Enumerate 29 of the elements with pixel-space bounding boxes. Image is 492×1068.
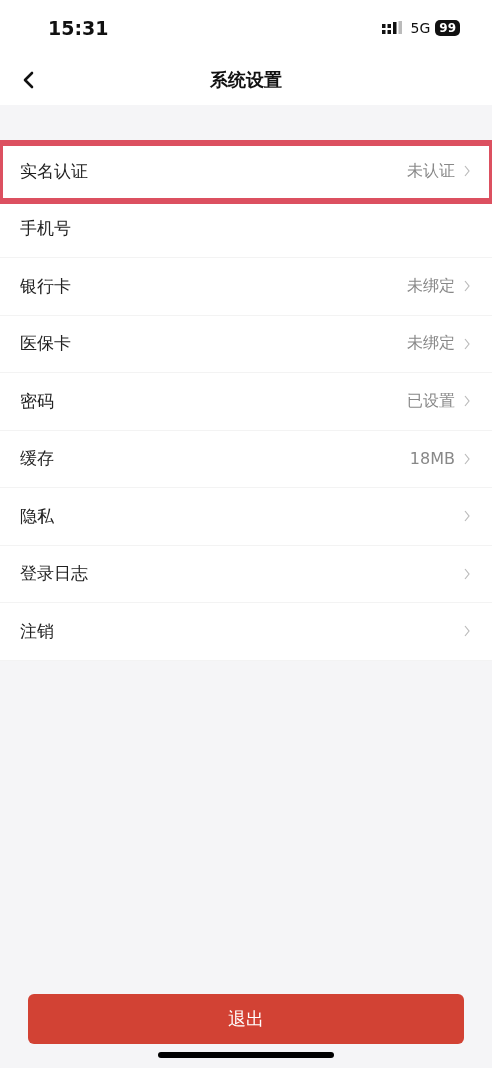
settings-row[interactable]: 缓存 18MB bbox=[0, 430, 492, 488]
back-icon[interactable] bbox=[22, 71, 34, 89]
row-label: 密码 bbox=[20, 389, 54, 413]
row-label: 登录日志 bbox=[20, 562, 88, 586]
row-label: 手机号 bbox=[20, 217, 71, 241]
settings-row[interactable]: 手机号 bbox=[0, 200, 492, 258]
settings-row[interactable]: 隐私 bbox=[0, 488, 492, 546]
battery-level: 99 bbox=[435, 19, 460, 36]
settings-row[interactable]: 密码 已设置 bbox=[0, 373, 492, 431]
network-label: 5G bbox=[410, 19, 431, 36]
row-label: 医保卡 bbox=[20, 332, 71, 356]
row-label: 隐私 bbox=[20, 504, 54, 528]
row-value: 未认证 bbox=[407, 160, 455, 182]
row-label: 实名认证 bbox=[20, 159, 88, 183]
settings-row[interactable]: 银行卡 未绑定 bbox=[0, 258, 492, 316]
settings-row[interactable]: 登录日志 bbox=[0, 545, 492, 603]
settings-row[interactable]: 注销 bbox=[0, 603, 492, 661]
logout-button[interactable]: 退出 bbox=[28, 994, 464, 1044]
row-value: 未绑定 bbox=[407, 333, 455, 355]
settings-row[interactable]: 医保卡 未绑定 bbox=[0, 315, 492, 373]
row-value: 已设置 bbox=[407, 390, 455, 412]
status-time: 15:31 bbox=[48, 16, 109, 39]
row-value: 未绑定 bbox=[407, 275, 455, 297]
row-label: 缓存 bbox=[20, 447, 54, 471]
row-label: 银行卡 bbox=[20, 274, 71, 298]
row-value: 18MB bbox=[409, 449, 455, 469]
page-title: 系统设置 bbox=[210, 68, 282, 92]
settings-row[interactable]: 实名认证 未认证 bbox=[0, 143, 492, 201]
row-label: 注销 bbox=[20, 619, 54, 643]
